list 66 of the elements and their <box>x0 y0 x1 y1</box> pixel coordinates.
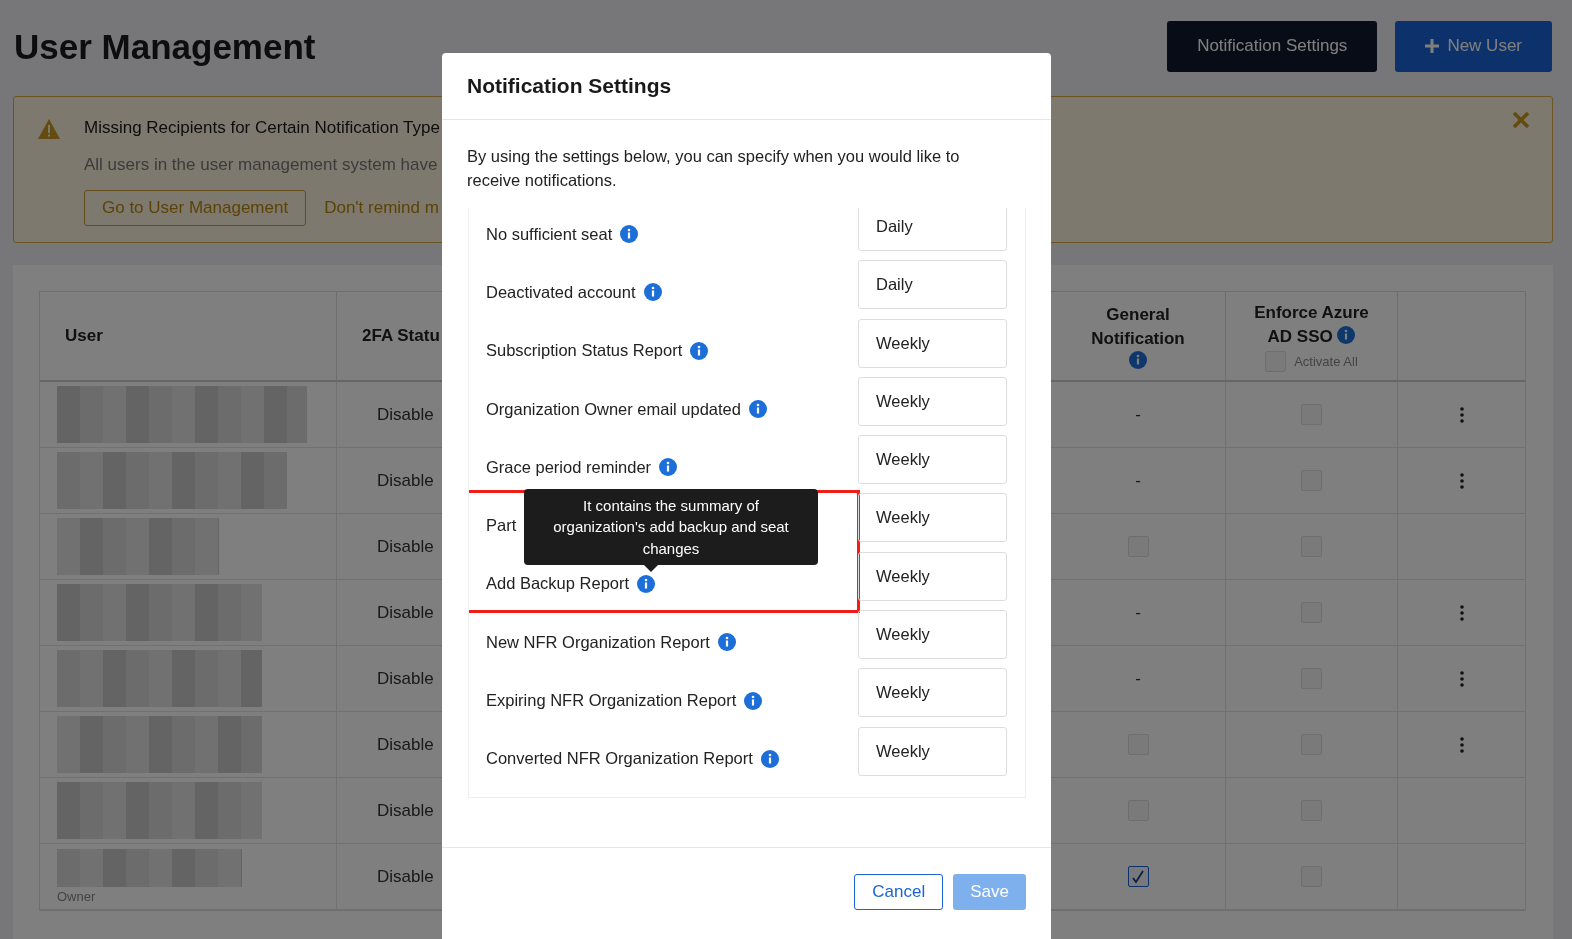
column-title: User <box>65 325 103 347</box>
frequency-select[interactable]: Weekly <box>858 668 1007 718</box>
table-cell: Disable <box>377 470 434 491</box>
info-icon[interactable] <box>717 633 736 652</box>
frequency-select[interactable]: Weekly <box>858 610 1007 660</box>
tooltip: It contains the summary of organization's add backup and seat changes <box>524 488 818 566</box>
setting-label: Expiring NFR Organization Report <box>486 691 737 710</box>
dialog-intro: By using the settings below, you can specify when you would like to receive notifications. <box>467 146 961 191</box>
table-cell: - <box>1135 470 1141 491</box>
dialog-title: Notification Settings <box>467 74 672 98</box>
setting-label: Organization Owner email updated <box>486 399 741 419</box>
setting-label: Add Backup Report <box>486 574 630 594</box>
cancel-button[interactable]: Cancel <box>854 874 944 910</box>
setting-label: Deactivated account <box>486 282 636 302</box>
table-cell: Disable <box>377 734 434 755</box>
more-icon[interactable] <box>1459 604 1464 621</box>
banner-title: Missing Recipients for Certain Notification Type <box>84 118 440 139</box>
frequency-select[interactable]: Weekly <box>858 435 1007 485</box>
setting-label: Grace period reminder <box>486 457 652 477</box>
more-icon[interactable] <box>1459 472 1464 489</box>
frequency-select[interactable]: Daily <box>858 208 1007 251</box>
more-icon[interactable] <box>1459 406 1464 423</box>
user-role: Owner <box>57 889 96 904</box>
column-title: Enforce Azure AD SSO <box>1253 301 1370 348</box>
frequency-select[interactable]: Weekly <box>858 318 1007 368</box>
table-cell: Disable <box>377 404 434 425</box>
notification-settings-button[interactable]: Notification Settings <box>1167 20 1378 72</box>
info-icon[interactable] <box>643 283 662 302</box>
table-cell: Disable <box>377 536 434 557</box>
checkbox[interactable] <box>1127 866 1149 887</box>
info-icon[interactable] <box>1337 325 1356 344</box>
frequency-select[interactable]: Weekly <box>858 551 1007 601</box>
frequency-select[interactable]: Weekly <box>858 376 1007 426</box>
warning-icon <box>38 119 60 139</box>
info-icon[interactable] <box>637 574 656 593</box>
setting-label: Part <box>486 516 517 536</box>
setting-label: Subscription Status Report <box>486 341 683 361</box>
info-icon[interactable] <box>659 458 678 477</box>
more-icon[interactable] <box>1459 736 1464 753</box>
plus-icon <box>1425 39 1440 53</box>
column-title: 2FA Statu <box>362 325 440 347</box>
table-cell: Disable <box>377 602 434 623</box>
info-icon[interactable] <box>620 225 639 244</box>
activate-all-label: Activate All <box>1294 353 1358 369</box>
info-icon[interactable] <box>690 341 709 360</box>
page-title: User Management <box>14 27 316 67</box>
info-icon[interactable] <box>749 400 767 419</box>
table-cell: Disable <box>377 668 434 689</box>
more-icon[interactable] <box>1459 670 1464 687</box>
table-cell: - <box>1135 668 1141 689</box>
table-cell: - <box>1135 404 1141 425</box>
info-icon[interactable] <box>760 749 779 768</box>
info-icon[interactable] <box>1129 351 1147 369</box>
banner-message: All users in the user management system have <box>84 155 439 175</box>
table-cell: - <box>1135 602 1141 623</box>
setting-label: Converted NFR Organization Report <box>486 749 753 769</box>
info-icon[interactable] <box>744 691 763 710</box>
frequency-select[interactable]: Weekly <box>858 493 1007 543</box>
setting-label: New NFR Organization Report <box>486 632 710 652</box>
tooltip-arrow-icon <box>644 565 658 573</box>
table-cell: Disable <box>377 800 434 821</box>
setting-label: No sufficient seat <box>486 224 613 244</box>
column-title: General Notification <box>1090 304 1186 350</box>
table-cell: Disable <box>377 866 434 887</box>
frequency-select[interactable]: Weekly <box>858 726 1007 776</box>
frequency-select[interactable]: Daily <box>858 260 1007 310</box>
